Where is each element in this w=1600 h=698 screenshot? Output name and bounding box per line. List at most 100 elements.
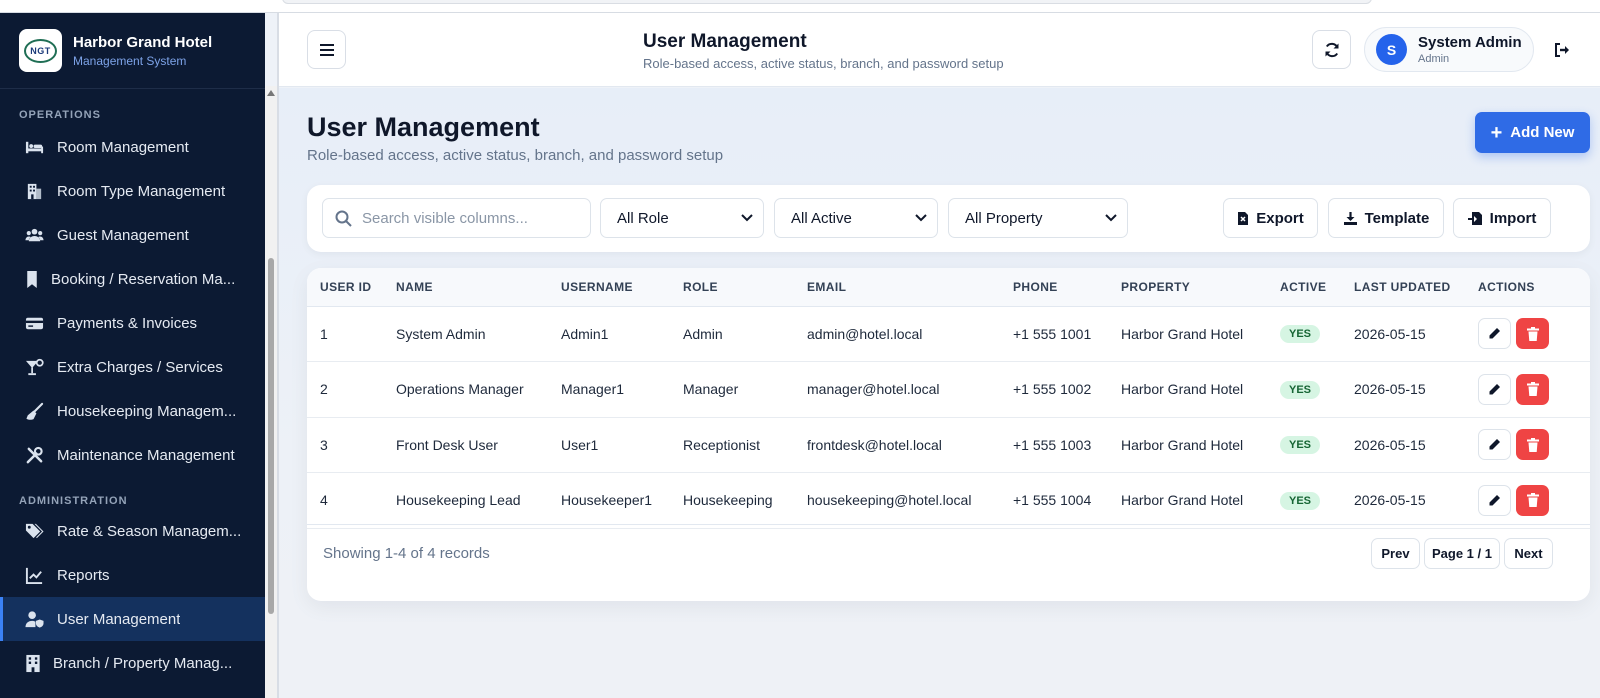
cell-role: Housekeeping: [683, 492, 773, 509]
scroll-up-arrow-icon[interactable]: [267, 90, 275, 96]
sidebar-item-label: Extra Charges / Services: [57, 358, 223, 376]
table-footer: Showing 1-4 of 4 records Prev Page 1 / 1…: [307, 524, 1590, 601]
next-page-button[interactable]: Next: [1504, 538, 1553, 569]
trash-icon: [1526, 382, 1539, 397]
refresh-icon: [1325, 42, 1338, 57]
column-header-phone[interactable]: PHONE: [1000, 268, 1108, 307]
import-button[interactable]: Import: [1453, 198, 1551, 238]
file-export-icon: [1238, 211, 1249, 225]
status-badge: YES: [1280, 491, 1321, 510]
search-input[interactable]: Search visible columns...: [322, 198, 591, 238]
column-header-property[interactable]: PROPERTY: [1108, 268, 1267, 307]
prev-page-button[interactable]: Prev: [1371, 538, 1420, 569]
header-subtitle: Role-based access, active status, branch…: [643, 56, 1004, 71]
cell-user-id: 4: [320, 492, 328, 509]
refresh-button[interactable]: [1312, 30, 1351, 69]
sidebar-item-room-type-management[interactable]: Room Type Management: [0, 169, 265, 213]
template-label: Template: [1364, 209, 1430, 227]
sidebar-scrollbar[interactable]: [265, 86, 277, 698]
user-role: Admin: [1418, 53, 1450, 65]
sidebar-item-label: Reports: [57, 566, 110, 584]
records-count: Showing 1-4 of 4 records: [323, 545, 490, 562]
delete-button[interactable]: [1516, 318, 1549, 350]
sidebar-item-booking-reservation[interactable]: Booking / Reservation Ma...: [0, 257, 265, 301]
city-icon: [25, 653, 41, 673]
delete-button[interactable]: [1516, 484, 1549, 516]
filter-bar: Search visible columns... All Role All A…: [307, 185, 1590, 252]
logo-mark: NGT: [24, 38, 57, 63]
bookmark-icon: [25, 269, 39, 289]
page-title: User Management: [307, 112, 540, 142]
table-row[interactable]: 4 Housekeeping Lead Housekeeper1 Houseke…: [307, 473, 1590, 528]
chevron-down-icon: [915, 214, 927, 222]
column-header-user-id[interactable]: USER ID: [307, 268, 383, 307]
table-row[interactable]: 3 Front Desk User User1 Receptionist fro…: [307, 417, 1590, 473]
column-header-active[interactable]: ACTIVE: [1267, 268, 1341, 307]
column-header-role[interactable]: ROLE: [670, 268, 794, 307]
edit-button[interactable]: [1478, 484, 1511, 516]
sidebar-item-label: Maintenance Management: [57, 446, 235, 464]
add-new-button[interactable]: + Add New: [1475, 112, 1590, 153]
trash-icon: [1526, 437, 1539, 452]
sidebar-item-extra-charges[interactable]: Extra Charges / Services: [0, 345, 265, 389]
delete-button[interactable]: [1516, 373, 1549, 405]
sidebar-section-administration: ADMINISTRATION: [19, 495, 128, 507]
sidebar-item-room-management[interactable]: Room Management: [0, 125, 265, 169]
sidebar-item-payments-invoices[interactable]: Payments & Invoices: [0, 301, 265, 345]
sidebar-item-maintenance[interactable]: Maintenance Management: [0, 433, 265, 477]
edit-button[interactable]: [1478, 373, 1511, 405]
sidebar-item-guest-management[interactable]: Guest Management: [0, 213, 265, 257]
hamburger-icon: [319, 43, 334, 56]
cell-name: Operations Manager: [396, 381, 524, 398]
table-row[interactable]: 1 System Admin Admin1 Admin admin@hotel.…: [307, 306, 1590, 362]
property-filter-value: All Property: [965, 209, 1043, 227]
user-profile-chip[interactable]: S System Admin Admin: [1364, 27, 1534, 72]
edit-button[interactable]: [1478, 318, 1511, 350]
scrollbar-thumb[interactable]: [268, 258, 274, 614]
trash-icon: [1526, 326, 1539, 341]
sidebar-item-label: Payments & Invoices: [57, 314, 198, 332]
sidebar-item-rate-season[interactable]: Rate & Season Managem...: [0, 509, 265, 553]
pencil-icon: [1489, 494, 1500, 506]
file-import-icon: [1467, 211, 1482, 225]
property-filter-select[interactable]: All Property: [948, 198, 1128, 238]
status-badge: YES: [1280, 325, 1321, 344]
sidebar-item-label: Branch / Property Manag...: [53, 654, 233, 672]
edit-button[interactable]: [1478, 429, 1511, 461]
bed-icon: [23, 137, 45, 157]
sidebar-item-user-management[interactable]: User Management: [0, 597, 265, 641]
sidebar-item-housekeeping[interactable]: Housekeeping Managem...: [0, 389, 265, 433]
brand-title: Harbor Grand Hotel: [73, 33, 213, 51]
menu-toggle-button[interactable]: [307, 30, 346, 69]
search-icon: [335, 210, 352, 227]
column-header-last-updated[interactable]: LAST UPDATED: [1341, 268, 1465, 307]
cell-user-id: 2: [320, 381, 328, 398]
logout-icon[interactable]: [1553, 41, 1571, 59]
column-header-email[interactable]: EMAIL: [794, 268, 1000, 307]
page-indicator: Page 1 / 1: [1424, 538, 1500, 569]
cell-property: Harbor Grand Hotel: [1121, 325, 1244, 342]
template-button[interactable]: Template: [1328, 198, 1444, 238]
chevron-down-icon: [1105, 214, 1117, 222]
sidebar-item-branch-property[interactable]: Branch / Property Manag...: [0, 641, 265, 685]
cell-user-id: 3: [320, 436, 328, 453]
column-header-username[interactable]: USERNAME: [548, 268, 670, 307]
delete-button[interactable]: [1516, 429, 1549, 461]
table-row[interactable]: 2 Operations Manager Manager1 Manager ma…: [307, 362, 1590, 417]
role-filter-select[interactable]: All Role: [600, 198, 764, 238]
cell-last-updated: 2026-05-15: [1354, 436, 1426, 453]
page-subtitle: Role-based access, active status, branch…: [307, 147, 724, 164]
column-header-actions: ACTIONS: [1465, 268, 1590, 307]
export-button[interactable]: Export: [1223, 198, 1318, 238]
sidebar-item-label: Guest Management: [57, 226, 189, 244]
sidebar-item-reports[interactable]: Reports: [0, 553, 265, 597]
cell-phone: +1 555 1004: [1013, 492, 1092, 509]
active-filter-select[interactable]: All Active: [774, 198, 938, 238]
brand[interactable]: NGT Harbor Grand Hotel Management System: [0, 13, 265, 89]
column-header-name[interactable]: NAME: [383, 268, 548, 307]
download-icon: [1343, 211, 1357, 225]
avatar: S: [1376, 34, 1407, 65]
cell-username: Manager1: [561, 381, 625, 398]
cell-name: Housekeeping Lead: [396, 492, 521, 509]
cocktail-icon: [23, 357, 45, 377]
